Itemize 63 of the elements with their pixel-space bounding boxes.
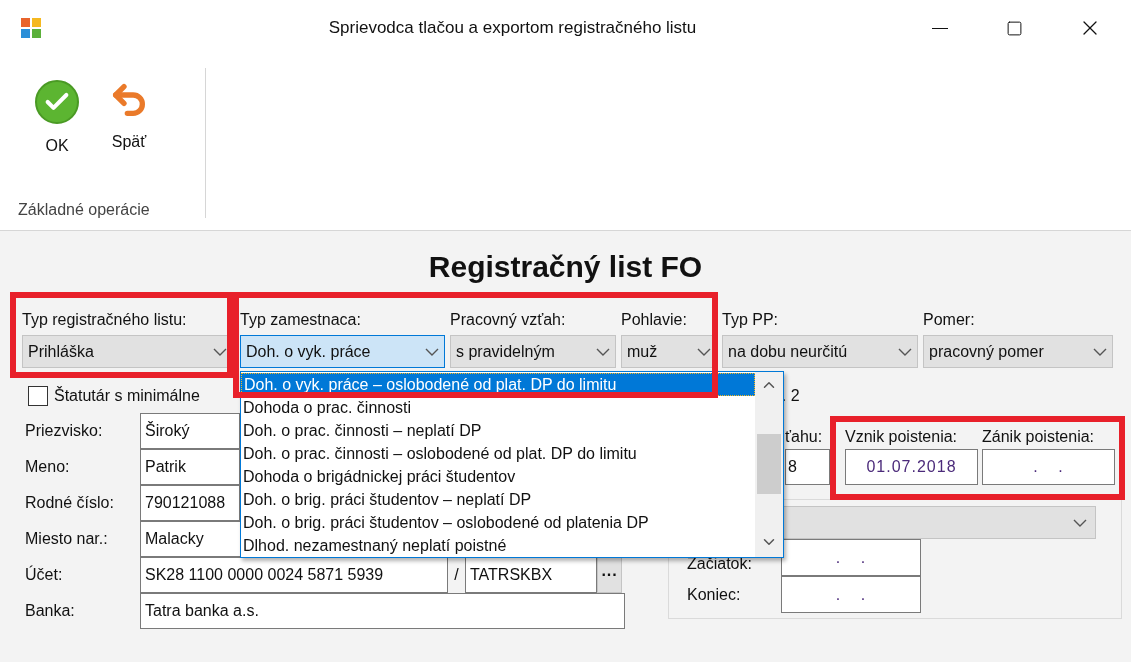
dropdown-option[interactable]: Doh. o prac. činnosti – oslobodené od plat. DP do limitu (241, 442, 755, 465)
label-fragment: . 2 (781, 386, 800, 406)
app-icon (19, 16, 43, 40)
dropdown-field[interactable]: Doh. o vyk. práce (240, 335, 445, 368)
date-value: . . (1033, 457, 1064, 477)
field-label: Pomer: (923, 310, 975, 330)
date-field[interactable]: . . (781, 576, 921, 613)
back-button[interactable]: Späť (100, 74, 158, 164)
date-field[interactable]: . . (982, 449, 1115, 485)
field-label: Miesto nar.: (24, 529, 109, 549)
field-label: Účet: (24, 564, 64, 585)
date-value: 01.07.2018 (866, 457, 957, 477)
field-label: Priezvisko: (24, 421, 104, 441)
field-label: Typ registračného listu: (22, 310, 187, 330)
browse-button[interactable]: ··· (597, 557, 622, 593)
scrollbar-thumb[interactable] (757, 434, 781, 494)
field-label: Typ zamestnaca: (240, 310, 361, 330)
field-label: Vznik poistenia: (845, 427, 959, 447)
chevron-icon (1093, 347, 1107, 356)
field-label: Typ PP: (722, 310, 779, 330)
field-label: Meno: (24, 457, 71, 477)
date-value: . . (835, 547, 867, 568)
dropdown-option[interactable]: Doh. o brig. práci študentov – neplatí DP (241, 488, 755, 511)
text-field[interactable]: 790121088 (140, 485, 240, 521)
dropdown-field[interactable]: s pravidelným (450, 335, 616, 368)
field-label: Banka: (24, 601, 76, 621)
text-field[interactable]: 8 (785, 449, 830, 485)
separator-slash: / (453, 565, 460, 585)
dropdown-option[interactable]: Doh. o prac. činnosti – neplatí DP (241, 419, 755, 442)
dropdown-field[interactable]: na dobu neurčitú (722, 335, 918, 368)
text-field[interactable]: Patrik (140, 449, 240, 485)
dropdown-option[interactable]: Dohoda o prac. činnosti (241, 396, 755, 419)
scrollbar[interactable] (755, 372, 783, 557)
chevron-icon (1073, 518, 1087, 527)
chevron-icon (898, 347, 912, 356)
maximize-icon (1006, 19, 1023, 37)
account-field[interactable]: SK28 1100 0000 0024 5871 5939 (140, 557, 448, 593)
field-label: Rodné číslo: (24, 493, 115, 513)
form-heading: Registračný list FO (428, 248, 703, 285)
chevron-icon (596, 347, 610, 356)
field-label: ťahu: (785, 427, 824, 447)
field-label: Pohlavie: (621, 310, 687, 330)
check-icon (35, 80, 79, 124)
checkbox[interactable] (28, 386, 48, 406)
ok-button[interactable]: OK (28, 74, 86, 164)
dropdown-field[interactable]: pracovný pomer (923, 335, 1113, 368)
bank-field[interactable]: Tatra banka a.s. (140, 593, 625, 629)
minimize-icon (931, 27, 948, 29)
field-label: Zánik poistenia: (982, 427, 1096, 447)
ribbon-group-label: Základné operácie (18, 201, 150, 218)
chevron-icon (697, 347, 711, 356)
chevron-icon (425, 347, 439, 356)
checkbox-label: Štatutár s minimálne (54, 385, 200, 406)
date-value: . . (835, 584, 867, 605)
text-field[interactable]: Široký (140, 413, 240, 449)
date-field[interactable]: 01.07.2018 (845, 449, 978, 485)
bank-code-field[interactable]: TATRSKBX (465, 557, 597, 593)
field-label: Pracovný vzťah: (450, 310, 566, 330)
date-field[interactable]: . . (781, 539, 921, 576)
dropdown-option[interactable]: Dohoda o brigádnickej práci študentov (241, 465, 755, 488)
chevron-icon (213, 347, 227, 356)
field-label: Koniec: (687, 584, 741, 605)
window-title: Sprievodca tlačou a exportom registračného listu (328, 17, 697, 40)
